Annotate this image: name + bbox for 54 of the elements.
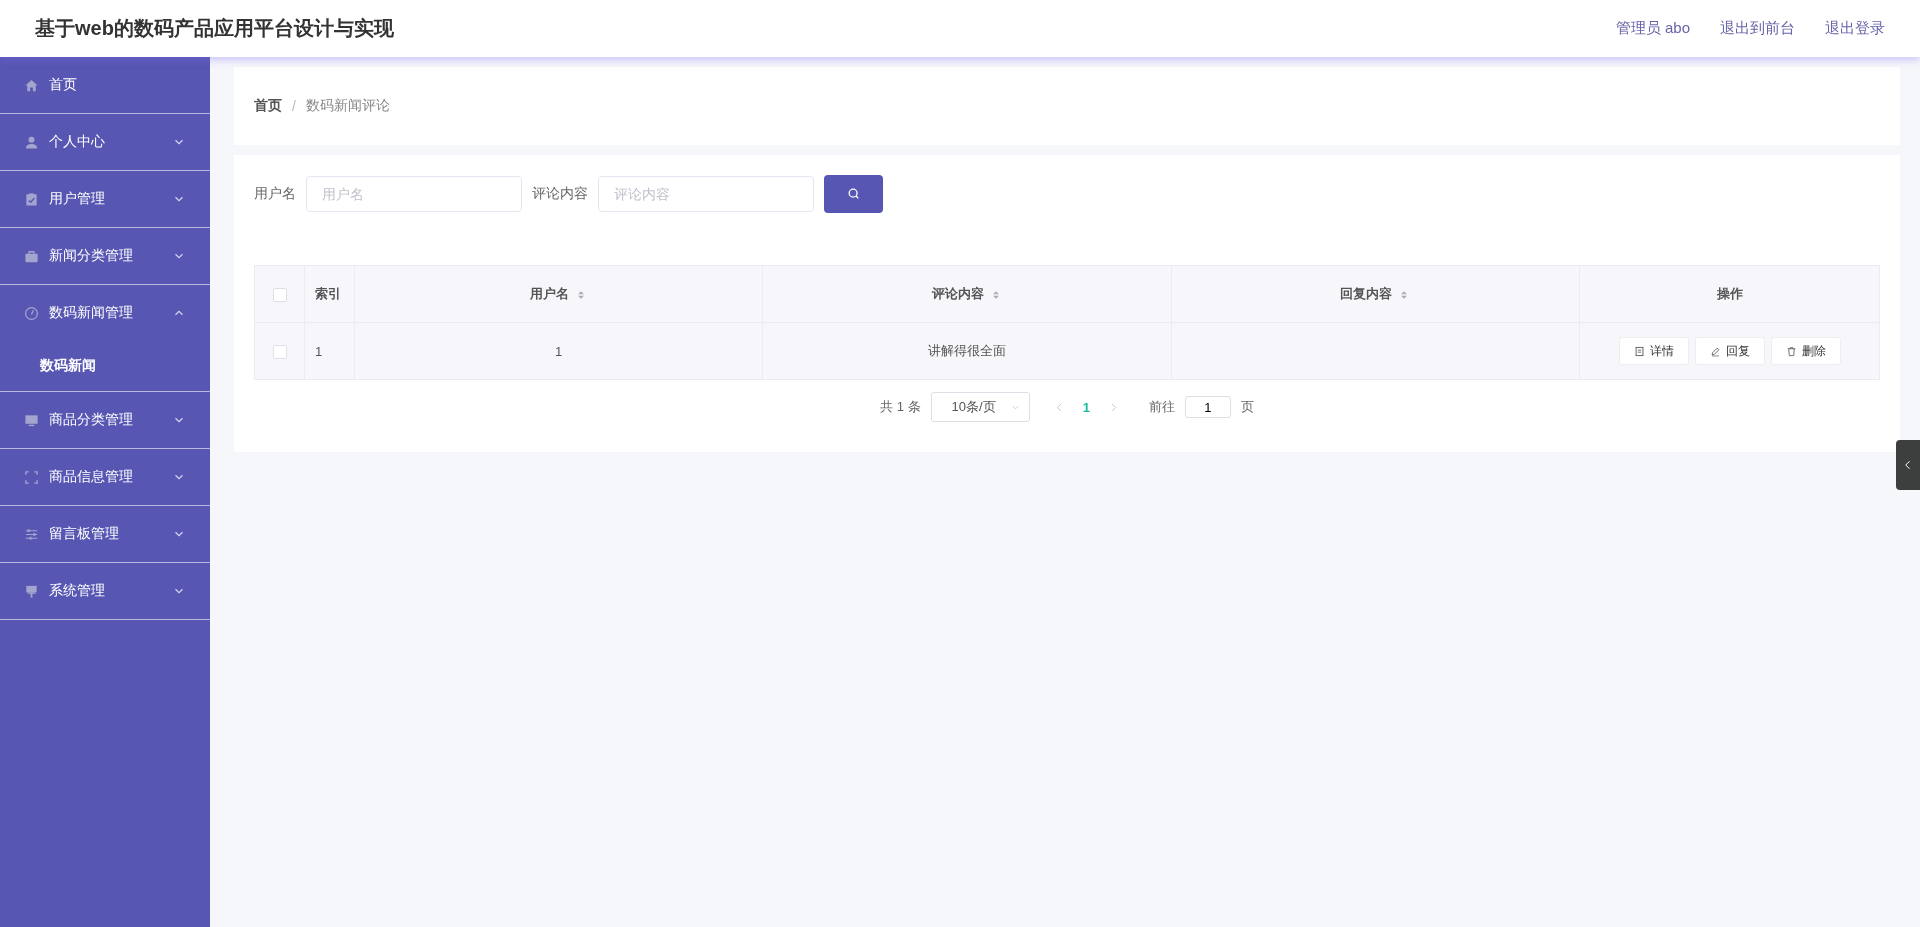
column-header[interactable]: 评论内容 [762,265,1172,323]
clipboard-icon [24,191,39,207]
action-button[interactable]: 删除 [1770,337,1841,365]
goto-label: 前往 [1148,398,1175,416]
app-title: 基于web的数码产品应用平台设计与实现 [35,16,394,41]
user-icon [24,134,39,150]
user-link[interactable]: 管理员 abo [1615,19,1690,38]
menu-item[interactable]: 新闻分类管理 [0,228,210,284]
column-header: 索引 [304,265,355,323]
gauge-icon [24,305,39,321]
action-button[interactable]: 详情 [1618,337,1689,365]
submenu-item[interactable]: 数码新闻 [0,341,210,391]
home-icon [24,77,39,93]
flag-icon [24,583,39,599]
search-icon [846,187,861,201]
briefcase-icon [24,248,39,264]
search-field[interactable]: 用户名 [306,176,522,212]
checkbox[interactable] [272,287,287,302]
search-button[interactable] [824,175,883,213]
menu-item[interactable]: 商品分类管理 [0,392,210,448]
column-header: 操作 [1579,265,1880,323]
menu-item[interactable]: 商品信息管理 [0,449,210,505]
total-count: 共 1 条 [880,398,921,416]
action-button[interactable]: 回复 [1694,337,1765,365]
page-input[interactable]: 1 [1184,396,1231,418]
table-cell: 1 [555,343,563,359]
sliders-icon [24,526,39,542]
menu-item[interactable]: 个人中心 [0,114,210,170]
menu-item[interactable]: 留言板管理 [0,506,210,562]
frame-icon [24,469,39,485]
column-header[interactable]: 用户名 [354,265,763,323]
menu-item[interactable]: 系统管理 [0,563,210,619]
menu-item[interactable]: 用户管理 [0,171,210,227]
collapse-tab[interactable] [1896,440,1920,490]
trash-icon [1785,345,1797,357]
table-cell: 1 [315,343,323,359]
menu-item[interactable]: 数码新闻管理 [0,285,210,341]
page-unit: 页 [1240,398,1254,416]
field-label: 评论内容 [532,185,588,203]
breadcrumb-separator: / [292,98,296,114]
breadcrumb-current: 数码新闻评论 [305,97,390,115]
page-size-select[interactable]: 10条/页 [930,392,1030,422]
column-header[interactable]: 回复内容 [1171,265,1580,323]
monitor-icon [24,412,39,428]
header-link[interactable]: 退出到前台 [1720,19,1795,38]
search-field[interactable]: 评论内容 [598,176,814,212]
table-cell: 讲解得很全面 [928,343,1006,358]
breadcrumb-link[interactable]: 首页 [254,97,282,115]
pencil-icon [1709,345,1721,357]
header-link[interactable]: 退出登录 [1825,19,1885,38]
checkbox[interactable] [272,344,287,359]
menu-item[interactable]: 首页 [0,57,210,113]
document-icon [1633,345,1645,357]
field-label: 用户名 [254,185,296,203]
